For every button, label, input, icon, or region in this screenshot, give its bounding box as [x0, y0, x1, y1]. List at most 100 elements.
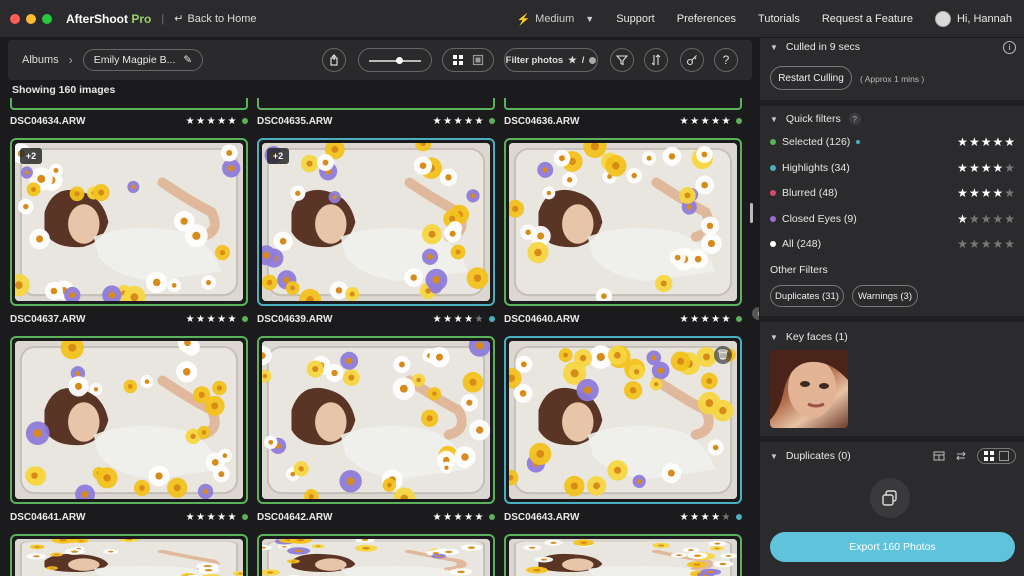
photo-image: [262, 341, 490, 499]
user-menu[interactable]: Hi, Hannah: [934, 11, 1012, 27]
photo-thumbnail[interactable]: 🗑: [504, 336, 742, 504]
grid-scrollbar[interactable]: [750, 203, 753, 223]
duplicates-filter-button[interactable]: Duplicates (31): [770, 285, 844, 307]
thumbnail-size-slider[interactable]: [358, 48, 432, 72]
export-button[interactable]: Export 160 Photos: [770, 532, 1015, 562]
single-view-icon[interactable]: [472, 54, 484, 66]
single-view-icon[interactable]: [999, 451, 1009, 461]
grid-view-icon[interactable]: [984, 451, 994, 461]
layout-icon[interactable]: [933, 450, 945, 462]
photo-thumbnail[interactable]: [257, 336, 495, 504]
star-rating[interactable]: ★ ★ ★ ★ ★: [186, 116, 248, 127]
star-rating[interactable]: ★ ★ ★ ★ ★: [186, 512, 248, 523]
star-icon: ★: [721, 313, 731, 325]
view-toggle[interactable]: [442, 48, 494, 72]
quick-filter-item[interactable]: Closed Eyes (9) ★★★★★: [770, 211, 1016, 227]
photo-thumbnail-partial[interactable]: [10, 98, 248, 110]
star-icon: ★: [217, 313, 226, 325]
restart-culling-button[interactable]: Restart Culling: [770, 66, 852, 90]
star-rating[interactable]: ★ ★ ★ ★ ★: [680, 116, 742, 127]
star-icon: ★: [957, 135, 969, 149]
quality-value: Medium: [535, 13, 575, 25]
quick-filter-stars[interactable]: ★★★★★: [957, 237, 1016, 251]
sort-icon: [651, 54, 661, 66]
photo-thumbnail-partial[interactable]: [504, 534, 742, 576]
star-icon: ★: [679, 115, 689, 127]
star-icon: ★: [980, 237, 993, 251]
info-icon[interactable]: i: [1003, 41, 1016, 54]
minimize-window-button[interactable]: [26, 13, 36, 24]
funnel-filter-button[interactable]: [610, 48, 634, 72]
star-icon: ★: [957, 186, 969, 200]
preferences-link[interactable]: Preferences: [677, 13, 736, 25]
star-icon: ★: [980, 186, 993, 200]
photo-thumbnail[interactable]: [504, 138, 742, 306]
stack-count-badge[interactable]: +2: [267, 148, 289, 164]
photo-thumbnail-partial[interactable]: [257, 534, 495, 576]
showing-count: Showing 160 images: [12, 84, 116, 96]
quick-filter-item[interactable]: Blurred (48) ★★★★★: [770, 185, 1016, 201]
quick-filter-stars[interactable]: ★★★★★: [957, 212, 1016, 226]
close-window-button[interactable]: [10, 13, 20, 24]
photo: [262, 341, 490, 499]
swap-icon[interactable]: [955, 450, 967, 462]
quick-filter-stars[interactable]: ★★★★★: [957, 135, 1016, 149]
help-button[interactable]: ?: [714, 48, 738, 72]
albums-breadcrumb[interactable]: Albums: [22, 54, 59, 66]
title-bar: AfterShoot Pro | ↵ Back to Home ⚡ Medium…: [0, 0, 1024, 38]
request-feature-link[interactable]: Request a Feature: [822, 13, 913, 25]
selected-indicator-dot: [856, 140, 861, 144]
quick-filter-item[interactable]: Highlights (34) ★★★★★: [770, 160, 1016, 176]
photo-thumbnail[interactable]: [10, 336, 248, 504]
star-rating[interactable]: ★ ★ ★ ★ ★: [433, 116, 495, 127]
star-rating[interactable]: ★ ★ ★ ★ ★: [186, 314, 248, 325]
photo-thumbnail-partial[interactable]: [504, 98, 742, 110]
star-icon: ★: [1004, 211, 1016, 226]
quick-filter-stars[interactable]: ★★★★★: [957, 161, 1016, 175]
back-to-home-link[interactable]: ↵ Back to Home: [174, 12, 256, 26]
pencil-icon[interactable]: ✎: [183, 54, 192, 66]
culled-header[interactable]: ▼ Culled in 9 secs: [770, 41, 860, 53]
star-rating[interactable]: ★ ★ ★ ★ ★: [433, 512, 495, 523]
duplicates-header[interactable]: ▼ Duplicates (0): [770, 450, 851, 462]
help-icon[interactable]: ?: [848, 113, 861, 125]
star-icon: ★: [474, 511, 484, 523]
star-rating[interactable]: ★ ★ ★ ★ ★: [680, 512, 742, 523]
key-face-thumbnail[interactable]: [770, 350, 848, 428]
slider-knob[interactable]: [395, 57, 403, 64]
bolt-icon: ⚡: [516, 13, 531, 26]
warnings-filter-button[interactable]: Warnings (3): [852, 285, 918, 307]
photo-thumbnail-partial[interactable]: [10, 534, 248, 576]
quick-filter-label: Closed Eyes (9): [782, 212, 857, 225]
maximize-window-button[interactable]: [42, 13, 52, 24]
tag-button[interactable]: [680, 48, 704, 72]
album-name-pill[interactable]: Emily Magpie B... ✎: [82, 49, 204, 71]
support-link[interactable]: Support: [616, 13, 655, 25]
quick-filter-item[interactable]: Selected (126) ★★★★★: [770, 134, 1016, 150]
filter-photos-button[interactable]: Filter photos ★ /: [504, 48, 598, 72]
trash-icon[interactable]: 🗑: [714, 346, 732, 364]
photo-thumbnail-partial[interactable]: [257, 98, 495, 110]
quality-dropdown[interactable]: ⚡ Medium ▼: [516, 13, 594, 26]
star-icon: ★: [206, 511, 216, 523]
photo-thumbnail[interactable]: +2: [257, 138, 495, 306]
star-icon: ★: [992, 211, 1005, 226]
photo-thumbnail[interactable]: +2: [10, 138, 248, 306]
quick-filter-stars[interactable]: ★★★★★: [957, 186, 1016, 200]
tutorials-link[interactable]: Tutorials: [758, 13, 800, 25]
other-filters-title: Other Filters: [770, 264, 828, 276]
key-faces-header[interactable]: ▼ Key faces (1): [770, 331, 848, 343]
star-icon: ★: [957, 237, 969, 251]
share-button[interactable]: [322, 48, 346, 72]
star-rating[interactable]: ★ ★ ★ ★ ★: [680, 314, 742, 325]
quick-filters-header[interactable]: ▼ Quick filters ?: [770, 113, 861, 125]
grid-view-icon[interactable]: [452, 54, 464, 66]
star-rating[interactable]: ★ ★ ★ ★ ★: [433, 314, 495, 325]
copy-icon: [882, 490, 897, 506]
stack-count-badge[interactable]: +2: [20, 148, 42, 164]
quick-filter-item[interactable]: All (248) ★★★★★: [770, 236, 1016, 252]
avatar: [934, 11, 951, 27]
sort-button[interactable]: [644, 48, 668, 72]
photo-label-row: DSC04637.ARW ★ ★ ★ ★ ★: [10, 312, 248, 326]
duplicates-view-toggle[interactable]: [977, 448, 1016, 464]
